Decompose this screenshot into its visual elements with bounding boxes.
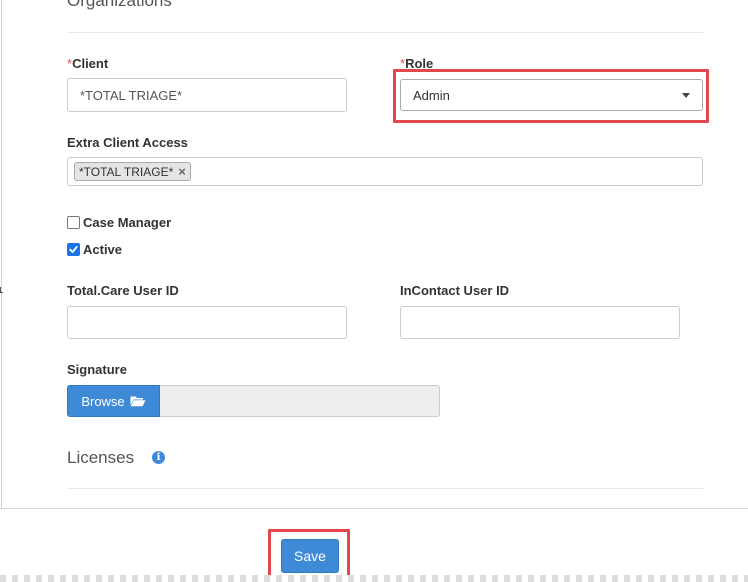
incontact-user-id-input[interactable]: [400, 306, 680, 339]
total-care-user-id-label: Total.Care User ID: [67, 283, 179, 298]
info-icon[interactable]: i: [152, 451, 165, 464]
licenses-divider: [67, 488, 703, 489]
folder-open-icon: [130, 396, 146, 407]
footer-divider: [0, 508, 748, 509]
save-button[interactable]: Save: [281, 539, 339, 573]
case-manager-row: Case Manager: [67, 215, 171, 230]
extra-client-access-label: Extra Client Access: [67, 135, 188, 150]
browse-label: Browse: [81, 393, 125, 409]
client-field[interactable]: *TOTAL TRIAGE*: [67, 78, 347, 112]
left-border: [1, 0, 2, 508]
organizations-divider: [67, 32, 703, 33]
chevron-down-icon: [682, 92, 690, 98]
client-label-text: Client: [72, 56, 109, 71]
tag-label: *TOTAL TRIAGE*: [79, 164, 174, 179]
extra-client-access-tag: *TOTAL TRIAGE* ×: [74, 162, 191, 181]
case-manager-checkbox[interactable]: [67, 216, 80, 229]
remove-tag-icon[interactable]: ×: [178, 165, 186, 178]
client-label: *Client: [67, 56, 108, 71]
signature-label: Signature: [67, 362, 127, 377]
browse-button[interactable]: Browse: [67, 385, 160, 417]
total-care-user-id-input[interactable]: [67, 306, 347, 339]
extra-client-access-multiselect[interactable]: *TOTAL TRIAGE* ×: [67, 157, 703, 186]
role-select[interactable]: Admin: [400, 79, 703, 111]
active-checkbox[interactable]: [67, 243, 80, 256]
active-row: Active: [67, 242, 122, 257]
incontact-user-id-label: InContact User ID: [400, 283, 510, 298]
checkmark-icon: [69, 245, 78, 253]
left-marker: [0, 287, 3, 293]
dashed-bottom-border: [0, 575, 748, 582]
licenses-heading: Licenses: [67, 448, 135, 467]
organizations-heading: Organizations: [67, 0, 172, 10]
signature-file-display: [160, 385, 440, 417]
active-label: Active: [83, 242, 123, 257]
client-value: *TOTAL TRIAGE*: [80, 87, 183, 103]
role-selected-value: Admin: [413, 87, 450, 103]
case-manager-label: Case Manager: [83, 215, 172, 230]
